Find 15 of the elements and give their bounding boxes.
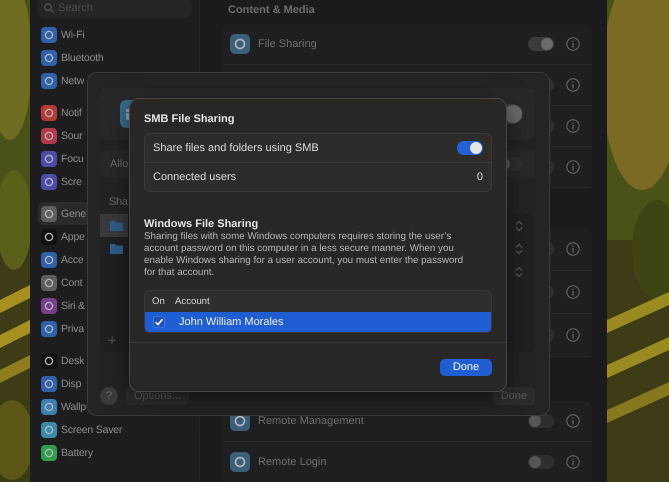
account-name: John William Morales — [179, 316, 284, 328]
row-label: Remote Management — [258, 415, 364, 427]
description-text: Sharing files with some Windows computers requires storing the user’s account password on this computer in a less secure manner. When you enable Windows sharing for a user account, you must enter the password for that account. — [144, 231, 464, 279]
section-title: Windows File Sharing — [144, 218, 258, 230]
column-header: On — [151, 296, 166, 307]
row-label: File Sharing — [258, 38, 317, 50]
sheet-title: SMB File Sharing — [144, 113, 234, 125]
column-header: Account — [175, 296, 210, 307]
section-heading: Content & Media — [227, 3, 315, 18]
option-label: Allo — [110, 158, 128, 170]
row-label: Remote Login — [258, 456, 326, 468]
option-label: Share files and folders using SMB — [153, 142, 319, 154]
user-count: 0 — [476, 171, 483, 183]
section-heading: Sha — [109, 196, 128, 208]
option-label: Connected users — [153, 171, 236, 183]
